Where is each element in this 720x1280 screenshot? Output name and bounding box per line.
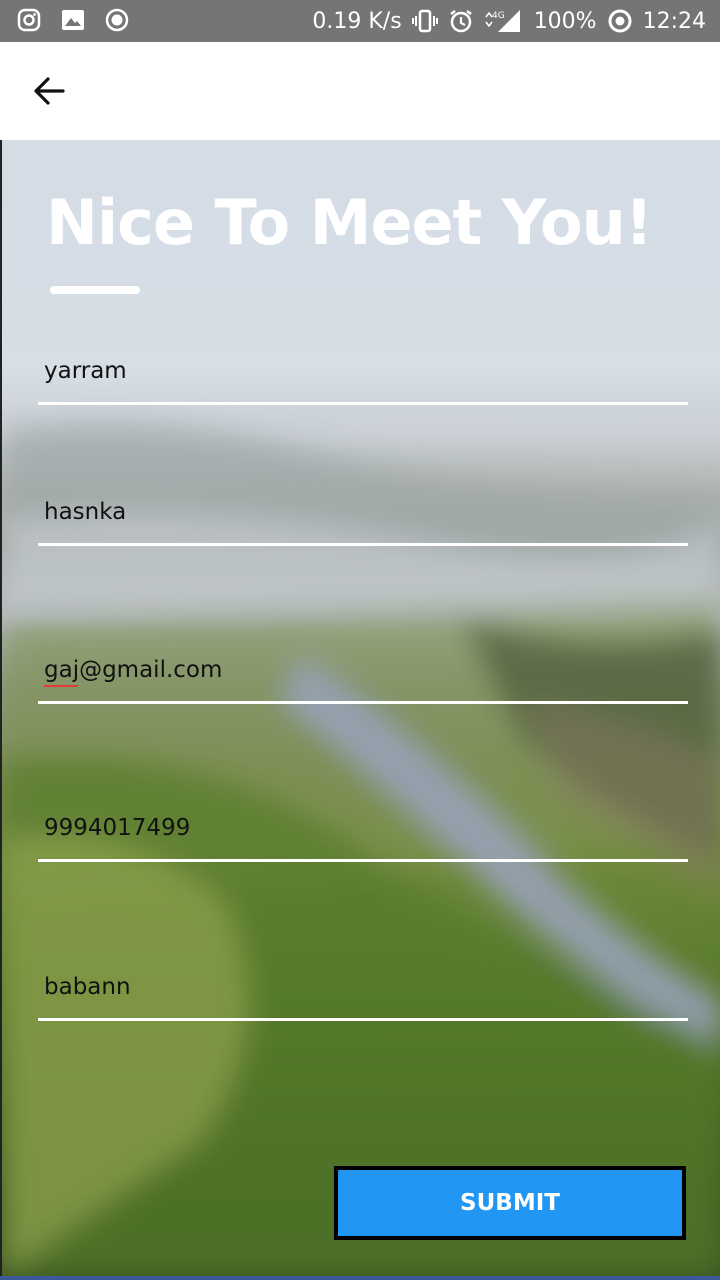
arrow-left-icon bbox=[34, 77, 65, 105]
record-icon bbox=[104, 7, 130, 33]
title-underline bbox=[50, 286, 140, 294]
network-type-label: 4G bbox=[492, 11, 505, 21]
status-bar: 0.19 K/s 4G 100% 12:24 bbox=[0, 0, 720, 42]
alarm-icon bbox=[448, 8, 474, 34]
fifth-field[interactable] bbox=[38, 956, 688, 1021]
last-name-input[interactable] bbox=[44, 499, 664, 525]
bottom-edge bbox=[0, 1276, 720, 1280]
first-name-input[interactable] bbox=[44, 358, 664, 384]
submit-button[interactable]: SUBMIT bbox=[334, 1166, 686, 1240]
page-title: Nice To Meet You! bbox=[46, 186, 653, 259]
landscape-image bbox=[2, 423, 720, 1276]
first-name-field[interactable] bbox=[38, 340, 688, 405]
hero-background: Nice To Meet You! SUBMIT bbox=[0, 140, 720, 1276]
vibrate-icon bbox=[411, 8, 438, 34]
phone-field[interactable] bbox=[38, 797, 688, 862]
phone-input[interactable] bbox=[44, 815, 664, 841]
email-field[interactable] bbox=[38, 639, 688, 704]
data-saver-icon bbox=[607, 8, 633, 34]
email-input[interactable] bbox=[44, 657, 664, 683]
instagram-icon bbox=[16, 7, 42, 33]
back-button[interactable] bbox=[26, 70, 72, 112]
clock: 12:24 bbox=[642, 8, 706, 34]
image-icon bbox=[60, 7, 86, 33]
spellcheck-underline bbox=[44, 685, 78, 687]
fifth-input[interactable] bbox=[44, 974, 664, 1000]
signal-icon: 4G bbox=[484, 8, 524, 34]
app-bar bbox=[0, 42, 720, 142]
network-speed: 0.19 K/s bbox=[312, 8, 402, 34]
last-name-field[interactable] bbox=[38, 481, 688, 546]
battery-percent: 100% bbox=[533, 8, 597, 34]
